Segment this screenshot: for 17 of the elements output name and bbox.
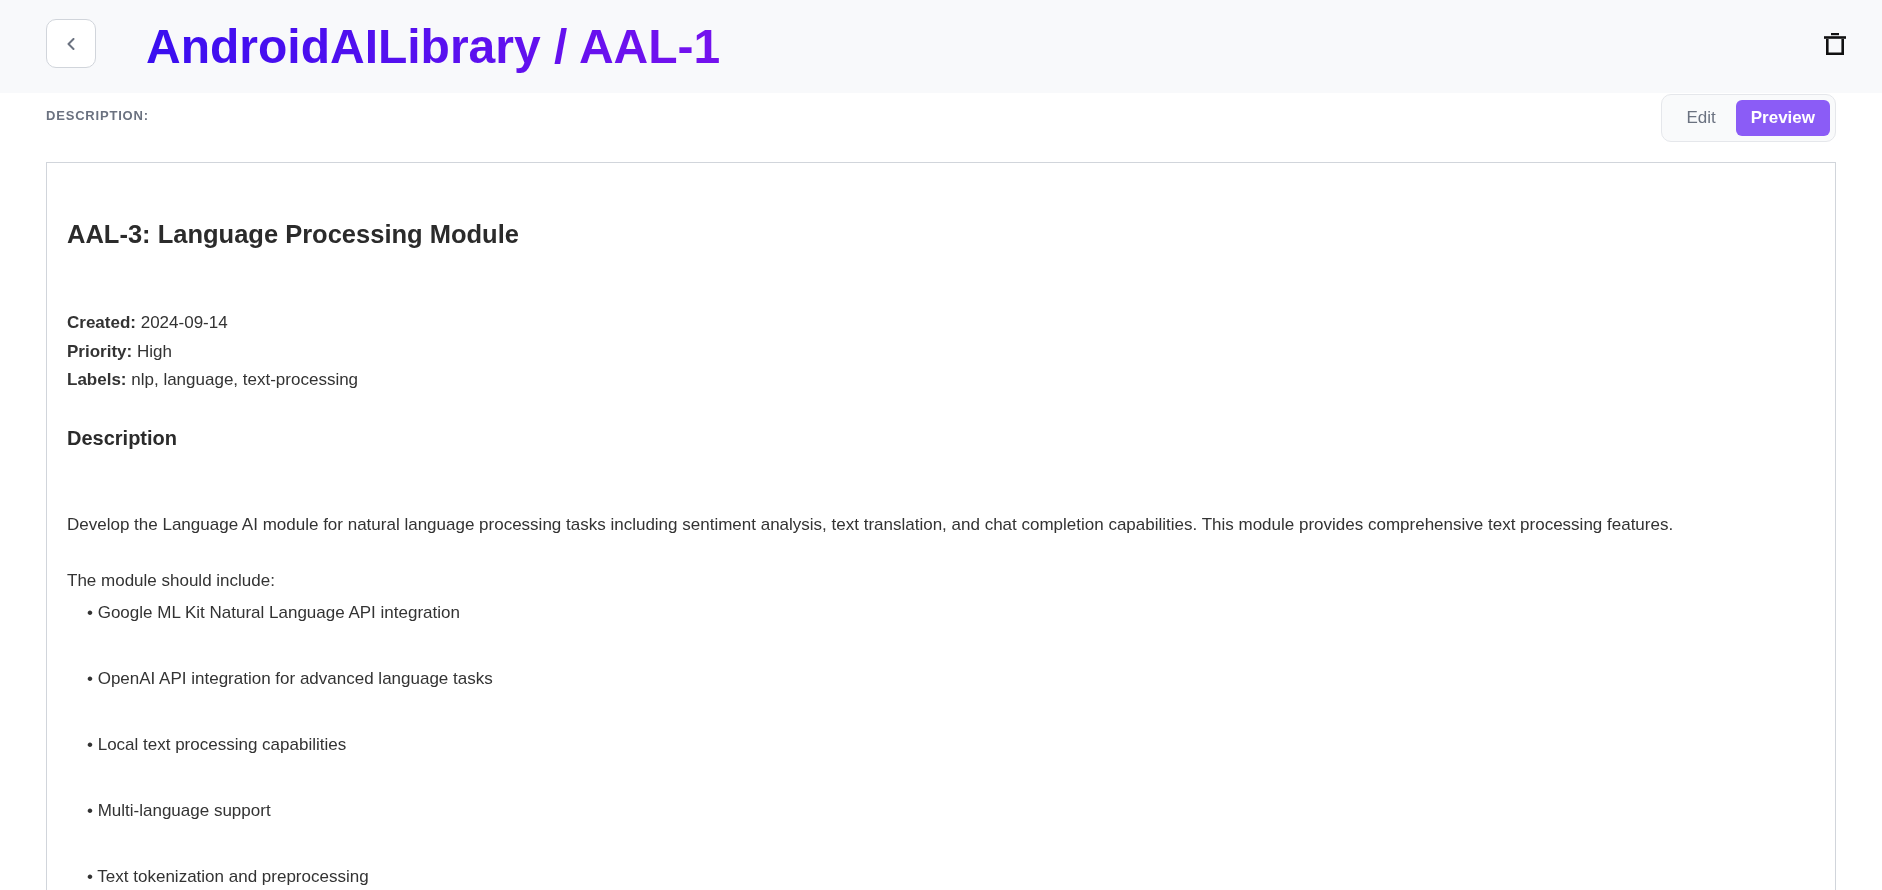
meta-line: Priority: High bbox=[67, 340, 173, 363]
chevron-left-icon bbox=[67, 37, 75, 50]
bullet-item: • Multi-language support bbox=[86, 799, 272, 822]
section-heading: Description bbox=[67, 425, 179, 451]
mode-tab[interactable]: Preview bbox=[1735, 100, 1830, 136]
meta-line: Created: 2024-09-14 bbox=[67, 312, 229, 334]
meta-line: Labels: nlp, language, text-processing bbox=[67, 369, 360, 391]
list-intro-text: The module should include: bbox=[67, 569, 276, 592]
section-label: DESCRIPTION: bbox=[46, 108, 149, 124]
trash-icon[interactable] bbox=[1824, 33, 1846, 55]
description-text: Develop the Language AI module for natural language processing tasks including sentiment analysis, text translation, and chat completion capabilities. This module provides comprehensive text processing features. bbox=[67, 513, 1675, 536]
mode-tab[interactable]: Edit bbox=[1666, 100, 1736, 136]
bullet-item: • Local text processing capabilities bbox=[86, 733, 348, 756]
preview-heading: AAL-3: Language Processing Module bbox=[67, 219, 520, 250]
bullet-item: • Google ML Kit Natural Language API integration bbox=[86, 601, 461, 624]
bullet-item: • OpenAI API integration for advanced language tasks bbox=[86, 667, 494, 690]
bullet-item: • Text tokenization and preprocessing bbox=[86, 865, 370, 888]
